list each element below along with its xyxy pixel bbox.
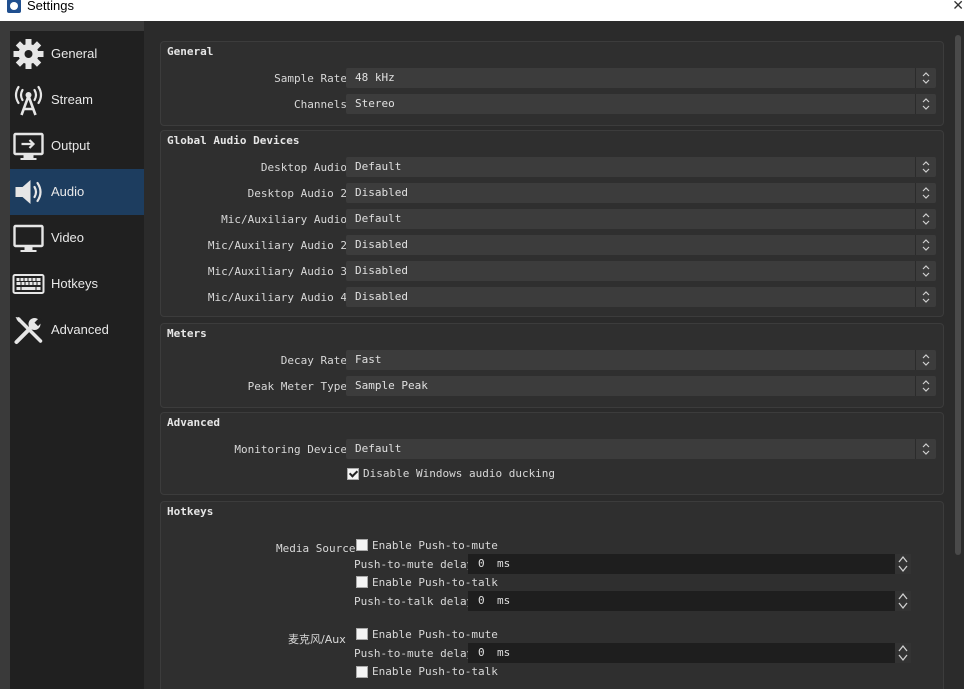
push-to-mute-delay-input[interactable]: 0 ms: [468, 554, 911, 574]
sidebar-item-advanced[interactable]: Advanced: [10, 307, 144, 353]
sidebar-item-label: Output: [51, 138, 91, 153]
channels-select[interactable]: Stereo: [346, 94, 936, 114]
sidebar-item-video[interactable]: Video: [10, 215, 144, 261]
mic-aux-audio-3-label: Mic/Auxiliary Audio 3: [207, 265, 347, 278]
updown-chevron-icon: [915, 94, 936, 114]
desktop-audio-label: Desktop Audio: [260, 161, 347, 174]
sidebar-item-general[interactable]: General: [10, 31, 144, 77]
settings-category-list: General Stream Output Audio Video Hotkey…: [10, 31, 144, 689]
keyboard-icon: [12, 274, 45, 294]
updown-chevron-icon: [915, 157, 936, 177]
sidebar: General Stream Output Audio Video Hotkey…: [0, 21, 144, 689]
speaker-icon: [15, 180, 42, 204]
global-audio-devices-group: Global Audio Devices Desktop Audio Defau…: [160, 130, 944, 317]
disable-audio-ducking-label: Disable Windows audio ducking: [363, 467, 556, 480]
title-bar: Settings ✕: [0, 0, 964, 21]
updown-chevron-icon: [915, 209, 936, 229]
mic-aux-audio-4-label: Mic/Auxiliary Audio 4: [207, 291, 347, 304]
mic-aux-audio-4-select[interactable]: Disabled: [346, 287, 936, 307]
monitor-icon: [13, 224, 44, 252]
updown-chevron-icon: [915, 350, 936, 370]
wrench-screwdriver-icon: [14, 317, 43, 344]
enable-push-to-talk-label: Enable Push-to-talk: [372, 665, 498, 678]
vertical-scrollbar[interactable]: [952, 21, 964, 689]
enable-push-to-talk-checkbox[interactable]: [356, 666, 368, 678]
peak-meter-type-select[interactable]: Sample Peak: [346, 376, 936, 396]
disable-audio-ducking-checkbox[interactable]: [347, 468, 359, 480]
monitoring-device-label: Monitoring Device: [234, 443, 347, 456]
sidebar-item-stream[interactable]: Stream: [10, 77, 144, 123]
hotkeys-group: Hotkeys Media Source Enable Push-to-mute…: [160, 501, 944, 689]
group-title: Advanced: [167, 416, 220, 429]
meters-group: Meters Decay Rate Fast Peak Meter Type S…: [160, 323, 944, 408]
sidebar-item-hotkeys[interactable]: Hotkeys: [10, 261, 144, 307]
group-title: General: [167, 45, 214, 58]
push-to-mute-delay-label: Push-to-mute delay: [354, 647, 474, 660]
group-title: Global Audio Devices: [167, 134, 300, 147]
spinner-arrows-icon[interactable]: [895, 643, 911, 663]
push-to-mute-delay-label: Push-to-mute delay: [354, 558, 474, 571]
sidebar-item-label: Stream: [51, 92, 93, 107]
hotkey-source-name: 麦克风/Aux: [288, 633, 346, 646]
updown-chevron-icon: [915, 261, 936, 281]
obs-app-icon: [7, 0, 21, 13]
close-icon[interactable]: ✕: [952, 0, 964, 14]
sidebar-item-label: Video: [51, 230, 85, 245]
sidebar-item-output[interactable]: Output: [10, 123, 144, 169]
push-to-talk-delay-input[interactable]: 0 ms: [468, 591, 911, 611]
window-title: Settings: [27, 0, 74, 13]
mic-aux-audio-3-select[interactable]: Disabled: [346, 261, 936, 281]
decay-rate-label: Decay Rate: [280, 354, 347, 367]
channels-label: Channels: [294, 98, 347, 111]
updown-chevron-icon: [915, 235, 936, 255]
enable-push-to-talk-checkbox[interactable]: [356, 576, 368, 588]
settings-content: General Sample Rate 48 kHz Channels Ster…: [144, 21, 964, 689]
mic-aux-audio-2-label: Mic/Auxiliary Audio 2: [207, 239, 347, 252]
desktop-audio-2-select[interactable]: Disabled: [346, 183, 936, 203]
spinner-arrows-icon[interactable]: [895, 591, 911, 611]
updown-chevron-icon: [915, 287, 936, 307]
desktop-audio-select[interactable]: Default: [346, 157, 936, 177]
updown-chevron-icon: [915, 376, 936, 396]
peak-meter-type-label: Peak Meter Type: [247, 380, 347, 393]
decay-rate-select[interactable]: Fast: [346, 350, 936, 370]
mic-aux-audio-select[interactable]: Default: [346, 209, 936, 229]
spinner-arrows-icon[interactable]: [895, 554, 911, 574]
sidebar-item-audio[interactable]: Audio: [10, 169, 144, 215]
enable-push-to-mute-label: Enable Push-to-mute: [372, 628, 498, 641]
enable-push-to-talk-label: Enable Push-to-talk: [372, 576, 498, 589]
desktop-audio-2-label: Desktop Audio 2: [247, 187, 347, 200]
advanced-group: Advanced Monitoring Device Default Disab…: [160, 412, 944, 495]
updown-chevron-icon: [915, 68, 936, 88]
sidebar-item-label: Hotkeys: [51, 276, 98, 291]
sidebar-item-label: Audio: [51, 184, 85, 199]
push-to-talk-delay-label: Push-to-talk delay: [354, 595, 474, 608]
broadcast-tower-icon: [14, 85, 43, 116]
sidebar-item-label: Advanced: [51, 322, 109, 337]
group-title: Meters: [167, 327, 207, 340]
push-to-mute-delay-input[interactable]: 0 ms: [468, 643, 911, 663]
enable-push-to-mute-label: Enable Push-to-mute: [372, 539, 498, 552]
enable-push-to-mute-checkbox[interactable]: [356, 539, 368, 551]
gear-icon: [13, 39, 44, 69]
mic-aux-audio-label: Mic/Auxiliary Audio: [221, 213, 347, 226]
sample-rate-select[interactable]: 48 kHz: [346, 68, 936, 88]
general-group: General Sample Rate 48 kHz Channels Ster…: [160, 41, 944, 126]
updown-chevron-icon: [915, 183, 936, 203]
updown-chevron-icon: [915, 439, 936, 459]
monitoring-device-select[interactable]: Default: [346, 439, 936, 459]
sidebar-item-label: General: [51, 46, 98, 61]
mic-aux-audio-2-select[interactable]: Disabled: [346, 235, 936, 255]
hotkey-source-name: Media Source: [276, 542, 356, 555]
enable-push-to-mute-checkbox[interactable]: [356, 628, 368, 640]
output-monitor-icon: [13, 132, 44, 160]
sample-rate-label: Sample Rate: [274, 72, 347, 85]
scrollbar-thumb[interactable]: [955, 35, 961, 555]
group-title: Hotkeys: [167, 505, 214, 518]
